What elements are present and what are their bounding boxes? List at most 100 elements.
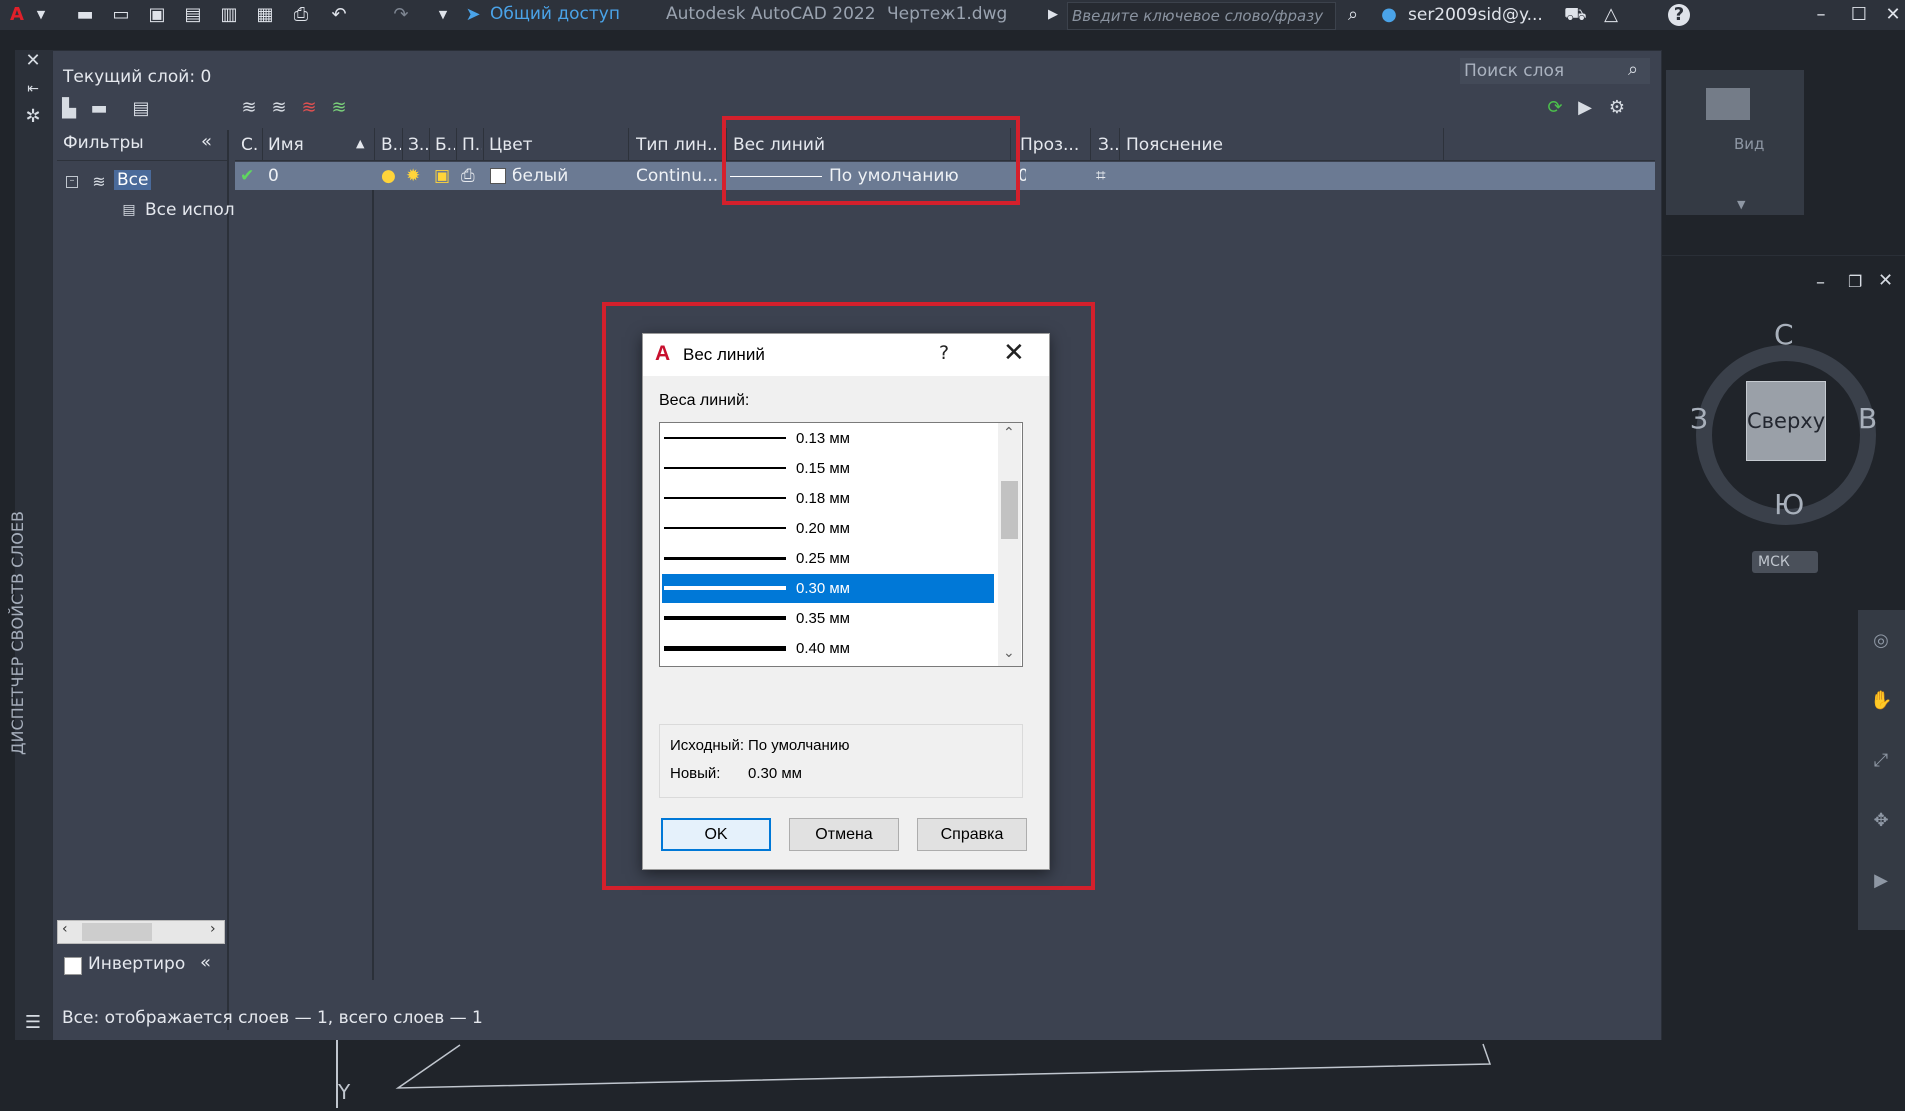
pan-icon[interactable]: ✋ <box>1870 690 1892 712</box>
properties-icon[interactable]: ✲ <box>22 106 44 128</box>
chevron-down-icon[interactable]: ▼ <box>1737 198 1745 211</box>
viewcube-top-face[interactable]: Сверху <box>1746 381 1826 461</box>
ucs-menu[interactable]: МСК <box>1752 551 1818 573</box>
minimize-icon[interactable]: – <box>1810 4 1832 26</box>
layer-search-input[interactable]: Поиск слоя ⌕ <box>1460 58 1650 84</box>
keyword-search-input[interactable]: Введите ключевое слово/фразу <box>1067 2 1336 30</box>
tree-collapse-toggle[interactable]: – <box>66 176 78 188</box>
drawing-geometry[interactable] <box>390 1040 1500 1090</box>
column-name[interactable]: Имя <box>268 130 348 160</box>
column-plot[interactable]: П.. <box>462 130 482 160</box>
save-icon[interactable]: ▣ <box>146 4 168 26</box>
compass-south[interactable]: Ю <box>1774 488 1804 521</box>
viewport-restore-icon[interactable]: ❐ <box>1848 272 1862 291</box>
column-freeze[interactable]: З.. <box>408 130 428 160</box>
lightbulb-on-icon[interactable]: ● <box>381 164 396 188</box>
user-name[interactable]: ser2009sid@y... <box>1408 5 1543 25</box>
column-status[interactable]: С. <box>241 130 261 160</box>
collapse-panel-icon[interactable]: « <box>201 131 212 152</box>
scroll-up-icon[interactable]: ⌃ <box>1003 425 1015 441</box>
column-vp-freeze[interactable]: З.. <box>1098 130 1120 160</box>
scrollbar-thumb[interactable] <box>82 923 152 941</box>
column-linetype[interactable]: Тип лин... <box>636 130 718 160</box>
zoom-icon[interactable]: ⤢ <box>1870 750 1892 772</box>
scrollbar-thumb[interactable] <box>1001 481 1018 539</box>
close-palette-icon[interactable]: ✕ <box>22 50 44 72</box>
cart-icon[interactable]: ⛟ <box>1564 4 1587 26</box>
scroll-right-icon[interactable]: › <box>210 921 216 937</box>
print-icon[interactable]: ⎙ <box>290 4 312 26</box>
compass-west[interactable]: З <box>1690 402 1708 435</box>
navigation-bar[interactable]: ◎ ✋ ⤢ ✥ ▶ <box>1858 610 1905 930</box>
lineweight-item[interactable]: 0.18 мм <box>662 484 994 513</box>
lineweight-item[interactable]: 0.25 мм <box>662 544 994 573</box>
lineweight-item[interactable]: 0.13 мм <box>662 424 994 453</box>
settings-icon[interactable]: ⚙ <box>1606 97 1628 119</box>
color-swatch[interactable] <box>490 168 506 184</box>
undo-icon[interactable]: ↶ <box>328 4 350 26</box>
layer-name-cell[interactable]: 0 <box>268 164 279 188</box>
lineweight-item[interactable]: 0.40 мм <box>662 634 994 663</box>
scroll-left-icon[interactable]: ‹ <box>62 921 68 937</box>
dialog-help-button[interactable]: ? <box>939 342 949 364</box>
set-current-icon[interactable]: ≋ <box>328 97 350 119</box>
lineweight-item[interactable]: 0.30 мм <box>662 574 994 603</box>
new-property-filter-icon[interactable]: ▙ <box>58 98 80 120</box>
column-lock[interactable]: Б.. <box>435 130 455 160</box>
share-button[interactable]: Общий доступ <box>490 4 620 24</box>
delete-layer-icon[interactable]: ≋ <box>298 97 320 119</box>
chevron-down-icon[interactable]: ▼ <box>30 4 52 26</box>
search-icon[interactable]: ⌕ <box>1628 59 1638 80</box>
new-layer-icon[interactable]: ≋ <box>238 97 260 119</box>
export-icon[interactable]: ▥ <box>218 4 240 26</box>
current-layer-check-icon[interactable]: ✔ <box>240 164 254 188</box>
scroll-down-icon[interactable]: ⌄ <box>1003 645 1015 661</box>
orbit-icon[interactable]: ✥ <box>1870 810 1892 832</box>
layer-translator-icon[interactable]: ▶ <box>1574 97 1596 119</box>
new-layer-frozen-icon[interactable]: ≋ <box>268 97 290 119</box>
cancel-button[interactable]: Отмена <box>789 818 899 851</box>
autocad-logo-icon[interactable]: A <box>6 4 28 26</box>
save-as-icon[interactable]: ▤ <box>182 4 204 26</box>
ok-button[interactable]: OK <box>661 818 771 851</box>
column-description[interactable]: Пояснение <box>1126 130 1326 160</box>
column-transparency[interactable]: Проз... <box>1020 130 1088 160</box>
lineweight-item[interactable]: 0.20 мм <box>662 514 994 543</box>
ribbon-view-label[interactable]: Вид <box>1734 135 1764 153</box>
printer-icon[interactable]: ⎙ <box>461 164 475 188</box>
column-color[interactable]: Цвет <box>489 130 609 160</box>
lineweight-list[interactable]: 0.13 мм 0.15 мм 0.18 мм 0.20 мм 0.25 мм 0.30 … <box>659 422 1023 667</box>
sun-thaw-icon[interactable]: ✹ <box>406 164 420 188</box>
viewport-minimize-icon[interactable]: – <box>1816 272 1825 293</box>
lineweight-list-scrollbar[interactable]: ⌃ ⌄ <box>998 423 1021 666</box>
refresh-icon[interactable]: ⟳ <box>1544 97 1566 119</box>
unlock-icon[interactable]: ▣ <box>434 164 450 188</box>
filter-tree-all[interactable]: Все <box>114 170 152 190</box>
import-icon[interactable]: ▦ <box>254 4 276 26</box>
autodesk-app-icon[interactable]: △ <box>1600 4 1622 26</box>
new-file-icon[interactable]: ▬ <box>74 4 96 26</box>
maximize-icon[interactable]: ☐ <box>1848 4 1870 26</box>
chevron-down-icon[interactable]: ▼ <box>432 4 454 26</box>
user-icon[interactable]: ● <box>1378 4 1400 26</box>
compass-north[interactable]: С <box>1774 318 1794 351</box>
lineweight-item[interactable]: 0.15 мм <box>662 454 994 483</box>
compass-east[interactable]: В <box>1858 402 1877 435</box>
dialog-titlebar[interactable]: A Вес линий ? ✕ <box>643 334 1049 376</box>
help-button[interactable]: Справка <box>917 818 1027 851</box>
share-icon[interactable]: ➤ <box>462 4 484 26</box>
new-vp-freeze-icon[interactable]: ⌗ <box>1096 164 1106 188</box>
layer-states-icon[interactable]: ▤ <box>130 98 152 120</box>
layer-linetype-cell[interactable]: Continu... <box>636 164 720 188</box>
close-icon[interactable]: ✕ <box>1882 4 1904 26</box>
dialog-close-icon[interactable]: ✕ <box>1003 338 1025 368</box>
viewport-close-icon[interactable]: ✕ <box>1878 270 1893 291</box>
filter-tree-used[interactable]: Все испол <box>145 200 235 220</box>
search-icon[interactable]: ⌕ <box>1342 4 1364 26</box>
showmotion-icon[interactable]: ▶ <box>1870 870 1892 892</box>
open-folder-icon[interactable]: ▭ <box>110 4 132 26</box>
help-icon[interactable]: ? <box>1668 4 1690 26</box>
collapse-filter-icon[interactable]: « <box>200 952 211 973</box>
redo-icon[interactable]: ↷ <box>390 4 412 26</box>
new-group-filter-icon[interactable]: ▬ <box>88 98 110 120</box>
